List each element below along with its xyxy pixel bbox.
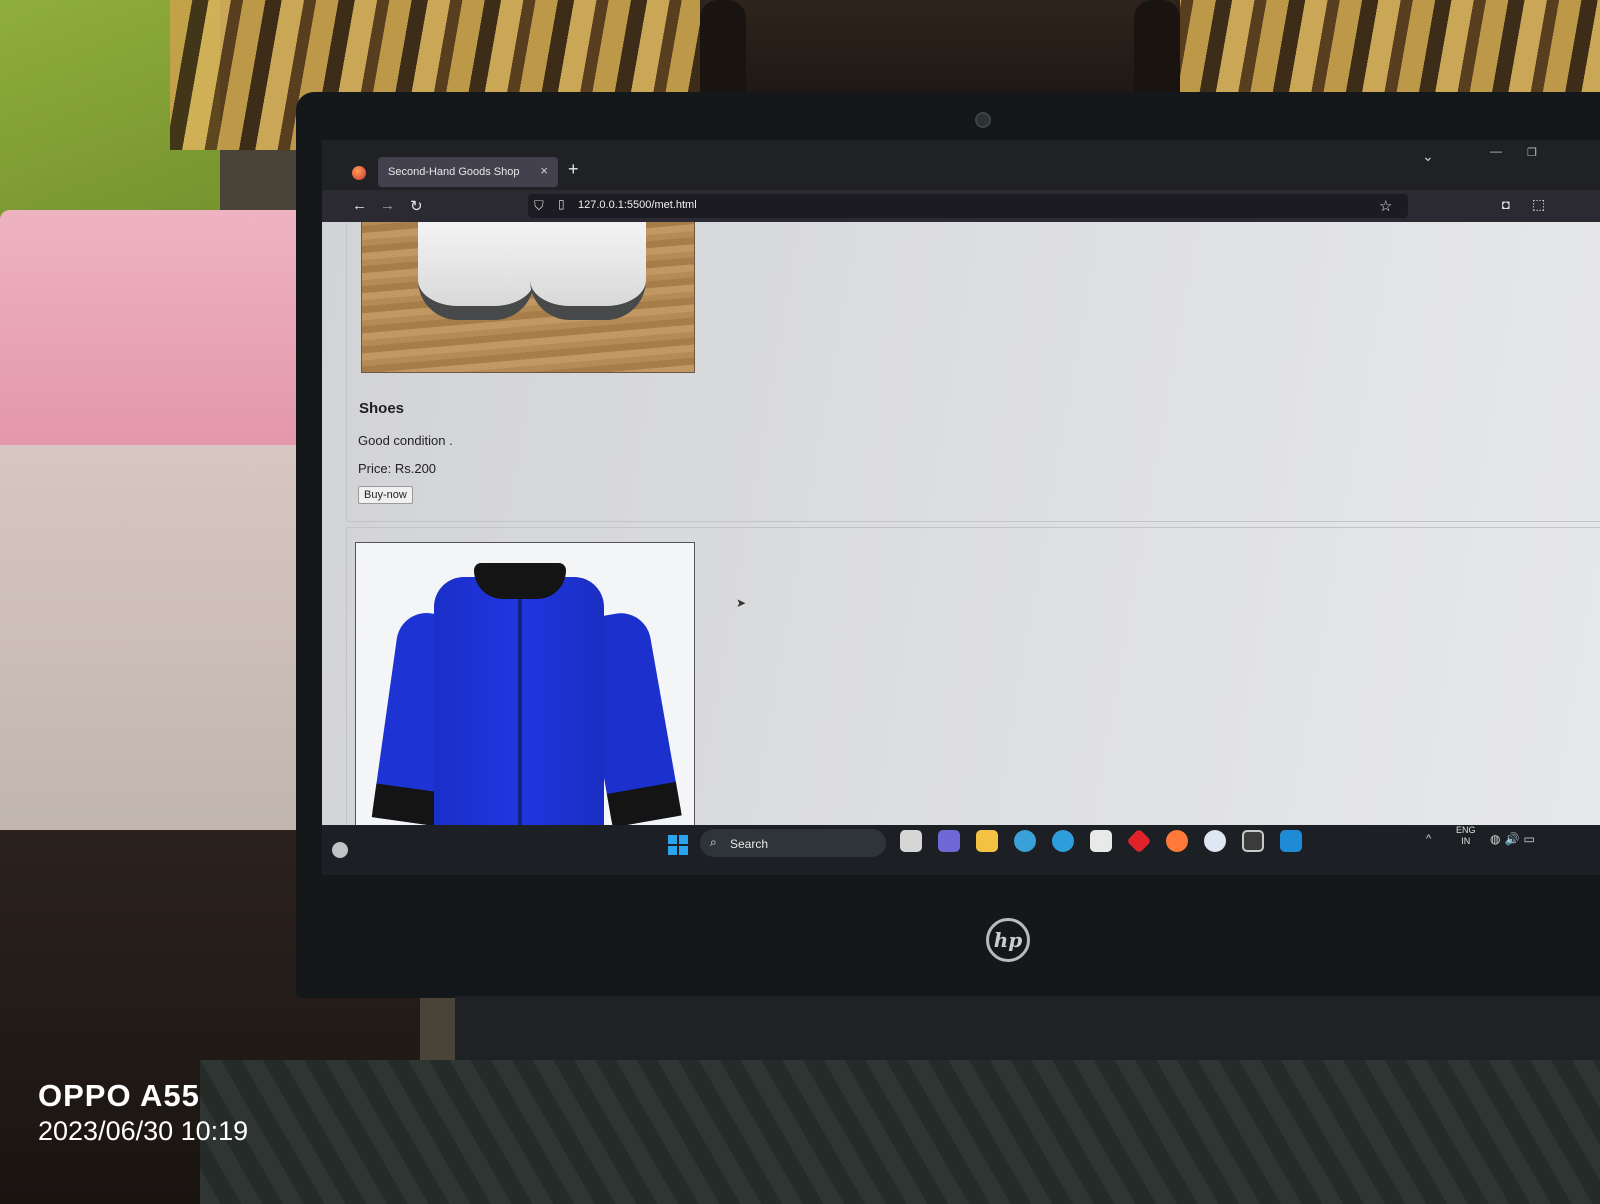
product-title: Shoes [359, 400, 405, 417]
new-tab-button[interactable]: + [568, 159, 579, 180]
task-view-icon[interactable] [900, 830, 922, 852]
m-app-icon[interactable] [1242, 830, 1264, 852]
search-label: Search [730, 837, 769, 851]
show-hidden-icons-chevron-icon[interactable]: ^ [1426, 833, 1431, 845]
tab-second-hand-goods-shop[interactable]: Second-Hand Goods Shop × [378, 157, 558, 187]
webcam-icon [975, 112, 991, 128]
shirt-collar [474, 563, 566, 599]
tab-close-icon[interactable]: × [540, 163, 548, 178]
taskbar-search-box[interactable]: ⌕ Search [700, 829, 886, 857]
photo-date-watermark: 2023/06/30 10:19 [38, 1116, 249, 1146]
windows-taskbar: ⌕ Search ^ ENG IN ◍🔊▭ [322, 825, 1600, 875]
network-icon[interactable]: ◍ [1490, 832, 1504, 846]
shirt-placket [518, 599, 522, 825]
buy-now-button[interactable]: Buy-now [358, 486, 413, 504]
restore-window-icon[interactable]: ❐ [1527, 146, 1537, 159]
shirt-image [355, 542, 695, 825]
back-arrow-icon[interactable]: ← [352, 197, 367, 214]
web-page: Shoes Good condition . Price: Rs.200 Buy… [322, 222, 1600, 825]
volume-icon[interactable]: 🔊 [1504, 832, 1523, 846]
extensions-icon[interactable]: ⬚ [1532, 196, 1545, 213]
pocket-icon[interactable]: ◘ [1502, 197, 1510, 212]
plastic-container-lid [0, 210, 330, 445]
tracking-shield-icon[interactable]: ⛉ [534, 198, 544, 214]
system-tray-icons[interactable]: ◍🔊▭ [1490, 832, 1539, 846]
laptop-hinge [455, 996, 1600, 1060]
shoes-image [361, 222, 695, 373]
widgets-icon[interactable] [332, 842, 348, 858]
battery-icon[interactable]: ▭ [1523, 832, 1538, 846]
product-card-shirt [346, 527, 1600, 825]
input-language-indicator[interactable]: ENG IN [1456, 825, 1476, 847]
search-icon: ⌕ [710, 835, 717, 849]
product-card-shoes: Shoes Good condition . Price: Rs.200 Buy… [346, 222, 1600, 522]
lang-line2: IN [1461, 836, 1471, 846]
browser-tab-strip: Second-Hand Goods Shop × + ⌄ — ❐ [322, 140, 1600, 190]
product-price: Price: Rs.200 [358, 461, 437, 476]
product-description: Good condition . [358, 433, 453, 448]
shoe-shape [530, 222, 646, 320]
hp-logo-icon: hp [986, 918, 1030, 962]
shoe-shape [418, 222, 534, 320]
app-red-icon[interactable] [1126, 828, 1152, 854]
address-bar[interactable]: ⛉ ▯ 127.0.0.1:5500/met.html [528, 194, 1408, 218]
vscode-icon[interactable] [1280, 830, 1302, 852]
reload-icon[interactable]: ↻ [410, 197, 423, 215]
laptop-keyboard-deck [200, 1060, 1600, 1204]
file-explorer-icon[interactable] [976, 830, 998, 852]
camera-model-watermark: OPPO A55 [38, 1078, 200, 1113]
lang-line1: ENG [1456, 825, 1476, 835]
bookmark-star-icon[interactable]: ☆ [1379, 197, 1392, 215]
shirt-cuff [606, 781, 682, 825]
mouse-pointer-icon: ➤ [736, 596, 747, 610]
forward-arrow-icon[interactable]: → [380, 197, 395, 214]
edge-icon[interactable] [1052, 830, 1074, 852]
tab-title: Second-Hand Goods Shop [388, 166, 520, 178]
store-icon[interactable] [1090, 830, 1112, 852]
url-text[interactable]: 127.0.0.1:5500/met.html [578, 199, 697, 211]
firefox-icon[interactable] [1166, 830, 1188, 852]
browser-nav-bar: ← → ↻ ⛉ ▯ 127.0.0.1:5500/met.html ☆ ◘ ⬚ [322, 190, 1600, 222]
firefox-nightly-icon[interactable] [1014, 830, 1036, 852]
list-all-tabs-icon[interactable]: ⌄ [1422, 148, 1434, 165]
app-circle-icon[interactable] [1204, 830, 1226, 852]
teams-icon[interactable] [938, 830, 960, 852]
minimize-window-icon[interactable]: — [1490, 144, 1502, 158]
laptop-screen: Second-Hand Goods Shop × + ⌄ — ❐ ← → ↻ ⛉… [322, 140, 1600, 875]
start-menu-icon[interactable] [668, 835, 688, 855]
firefox-app-icon [352, 166, 366, 180]
page-info-icon[interactable]: ▯ [558, 197, 565, 211]
